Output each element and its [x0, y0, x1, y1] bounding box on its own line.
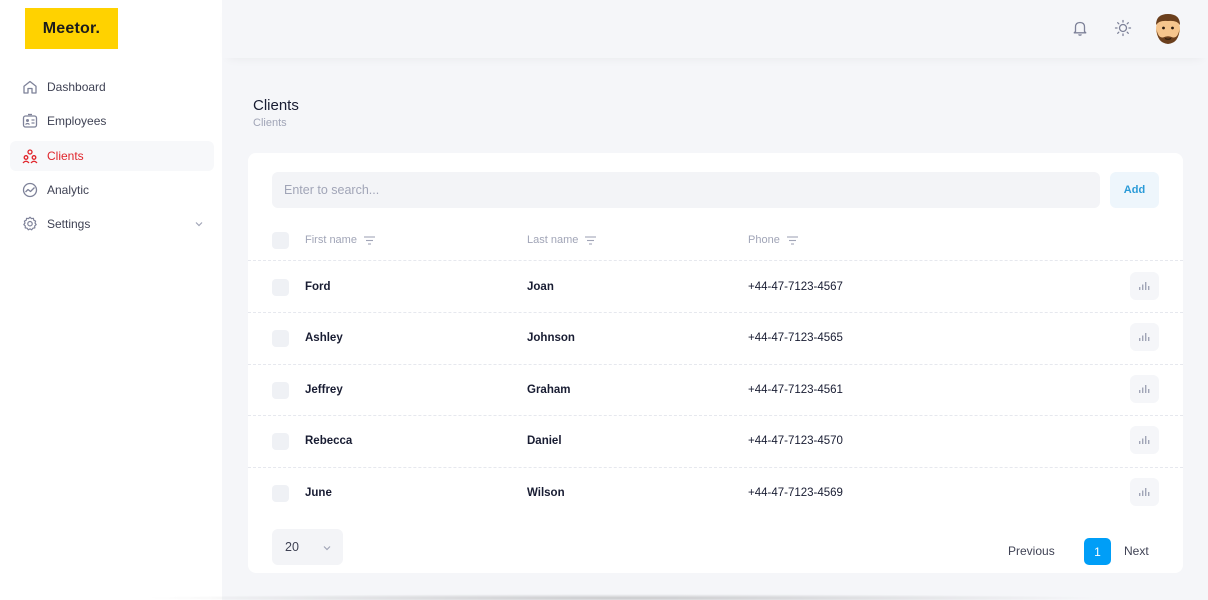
page-size-select[interactable]: 20: [272, 529, 343, 565]
stats-button[interactable]: [1130, 271, 1159, 300]
table-row[interactable]: Jeffrey Graham +44-47-7123-4561: [248, 365, 1183, 416]
first-name-cell: Rebecca: [305, 435, 353, 447]
previous-page-button[interactable]: Previous: [1008, 544, 1055, 558]
bar-chart-icon: [1139, 333, 1150, 341]
filter-icon[interactable]: [585, 235, 597, 245]
topbar: [222, 0, 1208, 58]
stats-button[interactable]: [1130, 426, 1159, 454]
column-label: Phone: [748, 234, 780, 246]
column-header-first-name[interactable]: First name: [305, 234, 375, 246]
phone-cell: +44-47-7123-4561: [748, 383, 843, 396]
bar-chart-icon: [1139, 281, 1150, 290]
table-header: First name Last name Phone: [248, 223, 1183, 261]
row-checkbox[interactable]: [272, 330, 289, 347]
sidebar-item-settings[interactable]: Settings: [10, 209, 214, 239]
chevron-down-icon: [194, 218, 204, 228]
last-name-cell: Joan: [527, 280, 554, 293]
sidebar-item-label: Employees: [47, 114, 107, 129]
column-label: Last name: [527, 234, 579, 246]
footer-shadow: [140, 594, 1108, 600]
table-row[interactable]: Ford Joan +44-47-7123-4567: [248, 262, 1183, 313]
sidebar-item-label: Analytic: [47, 182, 90, 197]
sidebar-nav: Dashboard Employees Clients Analytic Set…: [10, 72, 214, 243]
phone-cell: +44-47-7123-4567: [748, 280, 843, 293]
sidebar-item-label: Settings: [47, 217, 91, 232]
last-name-cell: Johnson: [527, 332, 575, 344]
stats-button[interactable]: [1130, 477, 1159, 506]
page-size-value: 20: [285, 540, 299, 554]
last-name-cell: Graham: [527, 383, 571, 396]
column-header-phone[interactable]: Phone: [748, 234, 798, 246]
table-row[interactable]: Ashley Johnson +44-47-7123-4565: [248, 313, 1183, 365]
phone-cell: +44-47-7123-4570: [748, 435, 843, 447]
sidebar-item-analytic[interactable]: Analytic: [10, 175, 214, 205]
stats-button[interactable]: [1130, 323, 1159, 351]
first-name-cell: Jeffrey: [305, 383, 343, 396]
table-row[interactable]: June Wilson +44-47-7123-4569: [248, 468, 1183, 520]
first-name-cell: Ford: [305, 280, 331, 293]
column-header-last-name[interactable]: Last name: [527, 234, 597, 246]
home-icon: [22, 79, 38, 95]
first-name-cell: June: [305, 486, 332, 499]
select-all-checkbox[interactable]: [272, 232, 289, 249]
last-name-cell: Daniel: [527, 435, 562, 447]
id-card-icon: [22, 113, 38, 129]
add-button[interactable]: Add: [1110, 172, 1159, 208]
row-checkbox[interactable]: [272, 381, 289, 399]
last-name-cell: Wilson: [527, 486, 565, 499]
chevron-down-icon: [322, 542, 332, 552]
page-title: Clients: [253, 97, 299, 114]
sidebar-item-label: Dashboard: [47, 80, 106, 94]
phone-cell: +44-47-7123-4565: [748, 332, 843, 344]
bell-icon[interactable]: [1070, 18, 1090, 38]
table-row[interactable]: Rebecca Daniel +44-47-7123-4570: [248, 416, 1183, 468]
next-page-button[interactable]: Next: [1124, 544, 1149, 558]
bar-chart-icon: [1139, 384, 1150, 393]
sidebar: Meetor. Dashboard Employees Clients Anal…: [0, 0, 222, 600]
sidebar-item-dashboard[interactable]: Dashboard: [10, 72, 214, 102]
chart-circle-icon: [22, 182, 38, 198]
phone-cell: +44-47-7123-4569: [748, 486, 843, 499]
clients-card: Add First name Last name Phone Ford Joan…: [248, 153, 1183, 573]
row-checkbox[interactable]: [272, 484, 289, 502]
sidebar-item-label: Clients: [47, 148, 84, 163]
avatar[interactable]: [1152, 12, 1184, 46]
breadcrumb[interactable]: Clients: [253, 117, 287, 129]
row-checkbox[interactable]: [272, 278, 289, 296]
filter-icon[interactable]: [786, 235, 798, 245]
bar-chart-icon: [1139, 436, 1150, 444]
users-icon: [22, 148, 38, 164]
column-label: First name: [305, 234, 357, 246]
stats-button[interactable]: [1130, 374, 1159, 403]
logo[interactable]: Meetor.: [25, 8, 118, 49]
first-name-cell: Ashley: [305, 332, 343, 344]
page-1-button[interactable]: 1: [1084, 538, 1111, 565]
sidebar-item-clients[interactable]: Clients: [10, 140, 214, 171]
filter-icon[interactable]: [363, 235, 375, 245]
sidebar-item-employees[interactable]: Employees: [10, 106, 214, 136]
sun-icon[interactable]: [1113, 18, 1133, 38]
search-input[interactable]: [272, 172, 1100, 208]
row-checkbox[interactable]: [272, 433, 289, 450]
gear-icon: [22, 216, 38, 232]
bar-chart-icon: [1139, 487, 1150, 496]
